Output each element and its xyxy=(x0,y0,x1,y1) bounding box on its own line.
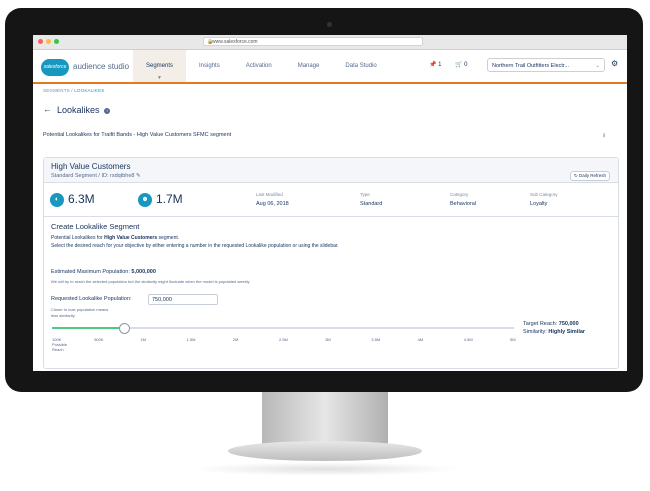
back-arrow-icon[interactable]: ← xyxy=(43,104,52,114)
stand-shadow xyxy=(190,462,460,476)
segment-header: High Value Customers Standard Segment / … xyxy=(44,158,618,183)
closer-note: Closer to max population means xyxy=(51,307,109,312)
info-icon[interactable]: i xyxy=(104,107,111,114)
estimated-note: We will try to reach the selected popula… xyxy=(51,279,250,284)
slider-tick-label: 4M xyxy=(417,337,424,342)
create-lookalike-panel: Create Lookalike Segment Potential Looka… xyxy=(44,216,618,369)
estimated-population: Estimated Maximum Population: 5,000,000 xyxy=(51,269,156,275)
nav-tabs: Segments ▼ Insights Activation Manage Dat… xyxy=(133,50,390,82)
cart-count: 0 xyxy=(464,62,468,68)
target-reach: Target Reach: 750,000 xyxy=(523,321,579,327)
webcam xyxy=(327,22,332,27)
reach-label: Reach xyxy=(52,347,64,352)
slider-tick-label: 3M xyxy=(325,337,331,342)
tab-insights[interactable]: Insights xyxy=(186,50,233,82)
download-icon[interactable]: ⭳ xyxy=(603,131,605,141)
lock-icon: 🔒 xyxy=(207,39,214,45)
app-screen: 🔒 www.salesforce.com salesforce audience… xyxy=(33,35,627,371)
meta-value-type: Standard xyxy=(360,201,383,207)
stat-population: 6.3M xyxy=(68,192,95,206)
address-bar[interactable]: 🔒 www.salesforce.com xyxy=(203,37,423,46)
cart-button[interactable]: 🛒 0 xyxy=(455,61,468,68)
segment-sub: Standard Segment / ID: rsdqtbhe8 ✎ xyxy=(51,173,141,179)
chevron-down-icon: ▼ xyxy=(157,75,162,81)
segment-name: High Value Customers xyxy=(51,162,131,171)
pin-button[interactable]: 📌 1 xyxy=(429,61,442,68)
slider-tick-label: 1M xyxy=(140,337,146,342)
similarity: Similarity: Highly Similar xyxy=(523,329,586,335)
requested-population-input[interactable]: 750,000 xyxy=(148,294,218,305)
slider-tick-label: 500K xyxy=(94,337,104,342)
meta-value-modified: Aug 06, 2018 xyxy=(256,201,289,207)
tab-manage[interactable]: Manage xyxy=(285,50,333,82)
slider-tick-label: 5M xyxy=(510,337,516,342)
tab-activation[interactable]: Activation xyxy=(233,50,285,82)
refresh-icon: ↻ xyxy=(573,173,578,178)
meta-label-modified: Last Modified xyxy=(256,192,283,197)
meta-value-subcategory: Loyalty xyxy=(530,201,548,207)
product-name: audience studio xyxy=(73,62,130,71)
meta-label-type: Type xyxy=(360,192,370,197)
url-text: www.salesforce.com xyxy=(212,39,258,45)
slider-tick-label: 4.5M xyxy=(463,337,473,342)
edit-icon[interactable]: ✎ xyxy=(136,173,141,179)
slider-tick-label: 2M xyxy=(232,337,239,342)
requested-label: Requested Lookalike Population: xyxy=(51,296,132,302)
segment-card: High Value Customers Standard Segment / … xyxy=(43,157,619,369)
tab-segments[interactable]: Segments ▼ xyxy=(133,50,187,82)
segment-stats: ◐ 6.3M ☻ 1.7M Last Modified Aug 06, 2018… xyxy=(44,184,618,214)
tab-data-studio[interactable]: Data Studio xyxy=(332,50,389,82)
cart-icon: 🛒 xyxy=(455,62,463,68)
meta-value-category: Behavioral xyxy=(450,201,476,207)
reach-slider-handle[interactable] xyxy=(118,323,130,334)
potential-line: Potential Lookalikes for Traifit Bands -… xyxy=(43,132,232,138)
population-icon: ◐ xyxy=(50,193,64,207)
chevron-down-icon: ⌄ xyxy=(595,63,600,69)
stat-people: 1.7M xyxy=(156,192,183,206)
pin-count: 1 xyxy=(438,62,442,68)
page-title: Lookalikes i xyxy=(57,105,111,115)
monitor-bezel: 🔒 www.salesforce.com salesforce audience… xyxy=(5,8,643,392)
monitor-stand-neck xyxy=(262,392,388,444)
minimize-dot[interactable] xyxy=(46,39,51,44)
create-instructions: Select the desired reach for your object… xyxy=(51,243,339,249)
account-select[interactable]: Northern Trail Outfitters Electr... ⌄ xyxy=(487,58,605,72)
meta-label-subcategory: Sub Category xyxy=(530,192,558,197)
browser-chrome: 🔒 www.salesforce.com xyxy=(33,35,627,50)
salesforce-logo[interactable]: salesforce xyxy=(41,59,69,76)
refresh-badge[interactable]: ↻ Daily Refresh xyxy=(569,171,610,181)
meta-label-category: Category xyxy=(450,192,469,197)
slider-tick-label: 3.5M xyxy=(371,337,381,342)
breadcrumb: SEGMENTS / LOOKALIKES xyxy=(43,88,105,93)
app-nav: salesforce audience studio Segments ▼ Ins… xyxy=(33,50,627,84)
slider-tick-label: 2.5M xyxy=(279,337,288,342)
reach-slider-track[interactable] xyxy=(52,323,514,334)
window-controls xyxy=(38,39,59,44)
breadcrumb-segments[interactable]: SEGMENTS xyxy=(43,88,70,93)
reach-slider-fill xyxy=(52,327,124,329)
create-title: Create Lookalike Segment xyxy=(51,222,140,231)
monitor-stand-base xyxy=(228,441,422,461)
people-icon: ☻ xyxy=(138,193,152,207)
maximize-dot[interactable] xyxy=(54,39,59,44)
breadcrumb-lookalikes: LOOKALIKES xyxy=(74,88,105,93)
gear-icon[interactable]: ⚙ xyxy=(611,59,618,68)
slider-tick-label: 1.5M xyxy=(186,337,196,342)
create-intro: Potential Lookalikes for High Value Cust… xyxy=(51,235,180,241)
pin-icon: 📌 xyxy=(429,62,437,68)
close-dot[interactable] xyxy=(38,39,43,44)
less-similarity-note: less similarity xyxy=(51,313,75,318)
